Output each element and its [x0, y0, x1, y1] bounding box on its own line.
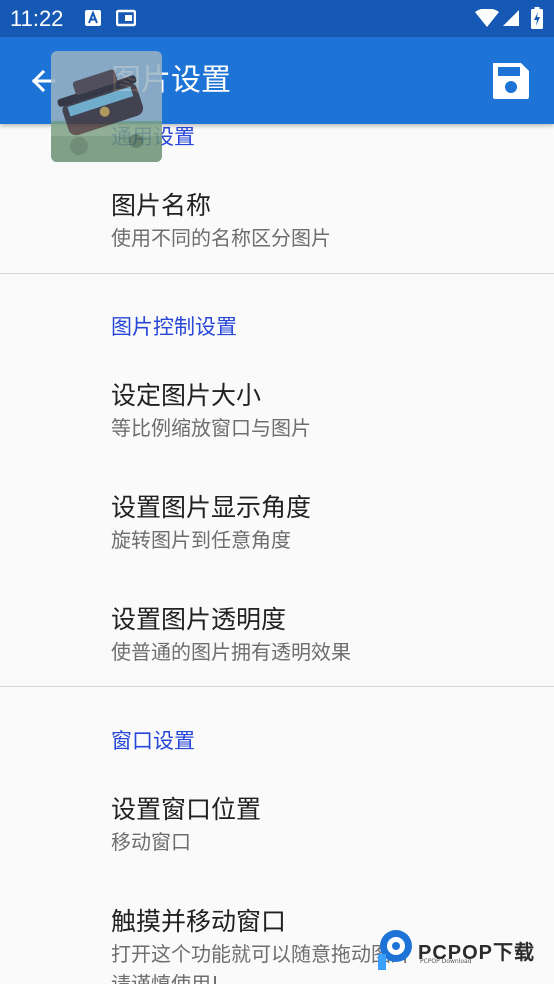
floating-image-preview[interactable]	[51, 51, 162, 162]
keyboard-a-icon	[85, 10, 101, 26]
status-time: 11:22	[10, 6, 64, 31]
cell-signal-icon	[503, 10, 519, 26]
pref-summary: 等比例缩放窗口与图片	[111, 416, 311, 440]
pref-title: 设定图片大小	[111, 381, 262, 410]
section-header-image-control: 图片控制设置	[111, 315, 237, 339]
pref-title: 触摸并移动窗口	[111, 907, 287, 936]
pref-summary: 旋转图片到任意角度	[111, 528, 291, 552]
pref-summary: 移动窗口	[111, 830, 191, 854]
save-floppy-icon	[493, 63, 529, 99]
screen-cast-icon	[116, 9, 136, 27]
pref-window-position[interactable]: 设置窗口位置 移动窗口	[0, 776, 554, 866]
status-bar: 11:22	[0, 0, 554, 37]
settings-screen: 11:22 图片设置 图片名称 使用不同的名称区分图片 图片控制设置 设定图片大…	[0, 0, 554, 984]
pref-image-size[interactable]: 设定图片大小 等比例缩放窗口与图片	[0, 362, 554, 452]
pref-summary: 打开这个功能就可以随意拖动图片	[111, 942, 411, 966]
section-divider	[0, 686, 554, 687]
pref-image-angle[interactable]: 设置图片显示角度 旋转图片到任意角度	[0, 474, 554, 564]
pref-summary: 使普通的图片拥有透明效果	[111, 640, 351, 664]
pref-title: 设置图片显示角度	[111, 493, 312, 522]
wifi-icon	[475, 9, 499, 27]
cartoon-picture-icon	[51, 51, 162, 162]
pref-title: 图片名称	[111, 191, 212, 220]
pref-summary: 使用不同的名称区分图片	[111, 226, 331, 250]
pref-image-name[interactable]: 图片名称 使用不同的名称区分图片	[0, 172, 554, 262]
watermark-logo: PCPOP下载 PCPOP Download	[376, 928, 546, 978]
watermark-subtext: PCPOP Download	[420, 958, 472, 965]
save-button[interactable]	[489, 59, 533, 103]
section-divider	[0, 273, 554, 274]
pref-title: 设置图片透明度	[111, 605, 287, 634]
battery-charging-icon	[531, 7, 543, 29]
pcpop-logo-icon	[378, 930, 412, 970]
pref-summary-line2: 请谨慎使用!	[111, 972, 220, 984]
pref-image-opacity[interactable]: 设置图片透明度 使普通的图片拥有透明效果	[0, 586, 554, 676]
section-header-window: 窗口设置	[111, 729, 195, 753]
pref-title: 设置窗口位置	[111, 795, 262, 824]
